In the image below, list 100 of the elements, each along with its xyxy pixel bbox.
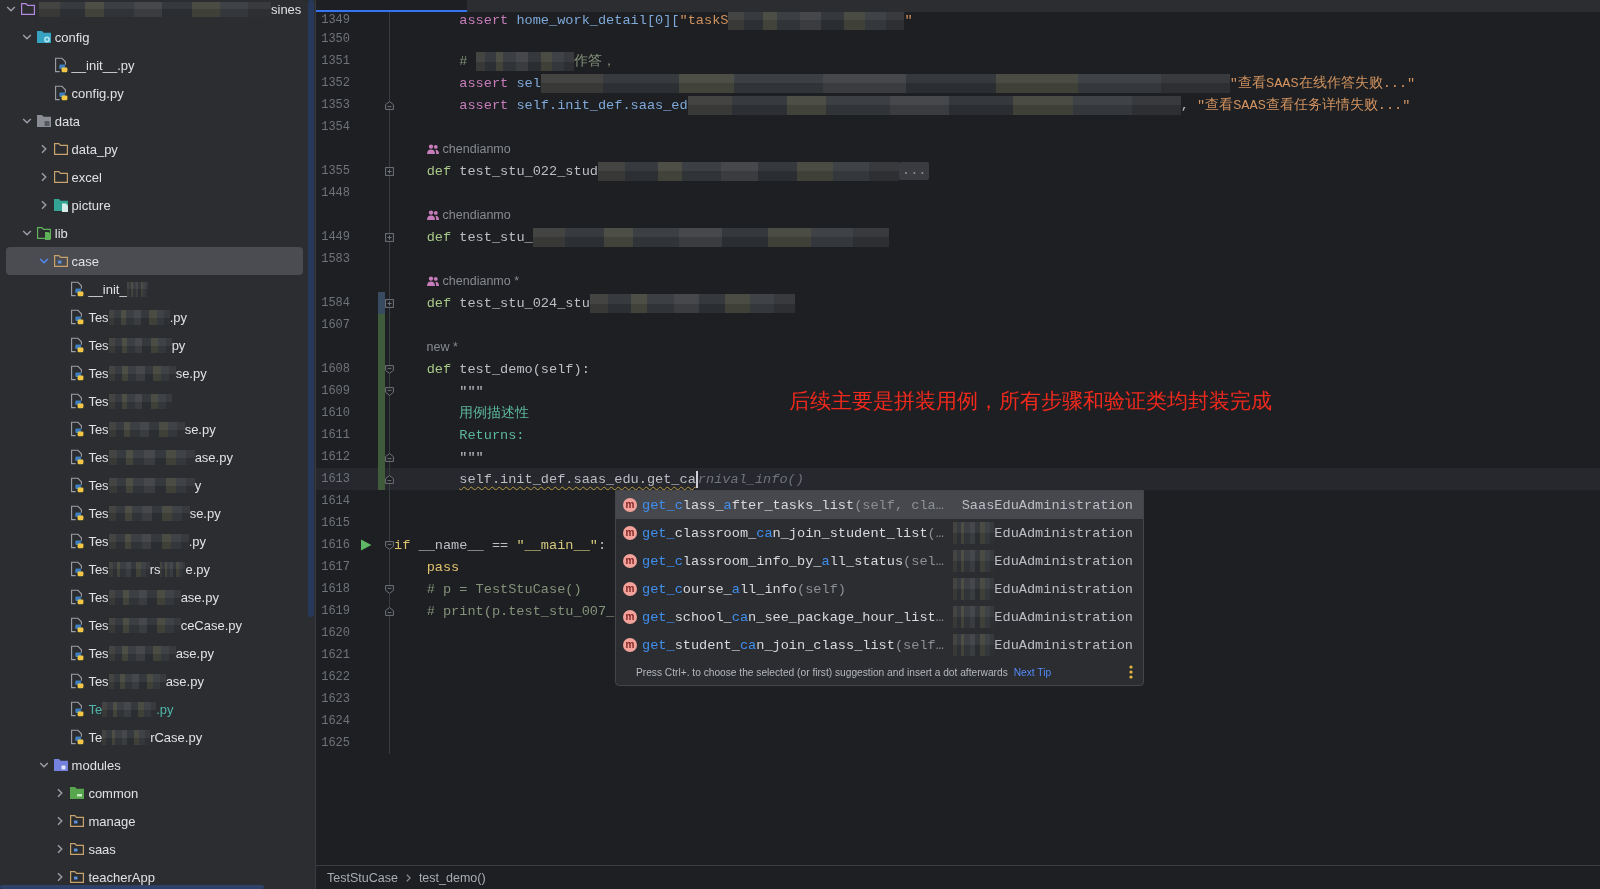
- fold-icon[interactable]: [385, 452, 394, 462]
- change-marker[interactable]: [378, 292, 385, 314]
- chevron-down-icon[interactable]: [38, 256, 49, 266]
- tree-item[interactable]: Te rCase.py: [6, 723, 303, 751]
- more-icon[interactable]: [1129, 665, 1133, 679]
- tree-item[interactable]: Te .py: [6, 695, 303, 723]
- completion-item[interactable]: m get_classroom_info_by_all_status(sel… EduAdministration: [616, 547, 1143, 575]
- method-name: get_classroom_can_join_student_list(…: [642, 525, 944, 541]
- tree-item[interactable]: common: [6, 779, 303, 807]
- method-name: get_classroom_info_by_all_status(sel…: [642, 553, 944, 569]
- tree-item[interactable]: config: [6, 23, 303, 51]
- folded-code-placeholder[interactable]: ...: [898, 162, 930, 180]
- tree-item[interactable]: Tes ase.py: [6, 639, 303, 667]
- tree-item[interactable]: Tes se.py: [6, 359, 303, 387]
- fold-icon[interactable]: [385, 474, 394, 484]
- class-name: EduAdministration: [994, 525, 1133, 541]
- tree-item[interactable]: __init_: [6, 275, 303, 303]
- code-text: pass: [426, 559, 460, 575]
- completion-item[interactable]: m get_course_all_info(self) EduAdministration: [616, 575, 1143, 603]
- chevron-down-icon[interactable]: [21, 228, 32, 238]
- pixelated-block: [126, 281, 148, 297]
- pixelated-block: [108, 365, 176, 381]
- tree-item[interactable]: Tes se.py: [6, 499, 303, 527]
- python-file-icon: [69, 729, 86, 745]
- line-number: 1614: [320, 494, 350, 508]
- tree-item[interactable]: saas: [6, 835, 303, 863]
- run-icon[interactable]: [360, 539, 372, 551]
- fold-icon[interactable]: [385, 584, 394, 594]
- class-name: EduAdministration: [994, 553, 1133, 569]
- code-text: #: [459, 53, 468, 69]
- line-number: 1611: [320, 428, 350, 442]
- expand-icon[interactable]: [385, 166, 394, 176]
- chevron-down-icon[interactable]: [6, 4, 16, 14]
- breadcrumb[interactable]: test_demo(): [418, 870, 486, 885]
- line-number: 1617: [320, 560, 350, 574]
- tree-item[interactable]: Tes .py: [6, 527, 303, 555]
- fold-icon[interactable]: [385, 386, 394, 396]
- inlay-hint: chendianmo: [442, 142, 511, 156]
- completion-item[interactable]: m get_school_can_see_package_hour_list… EduAdministration: [616, 603, 1143, 631]
- chevron-down-icon[interactable]: [38, 760, 49, 770]
- tree-item[interactable]: case: [6, 247, 303, 275]
- tree-item[interactable]: excel: [6, 163, 303, 191]
- tree-item[interactable]: manage: [6, 807, 303, 835]
- folder-document-icon: [52, 197, 69, 213]
- tip-text: Press Ctrl+. to choose the selected (or first) suggestion and insert a dot afterwards: [636, 666, 1008, 678]
- tree-item[interactable]: modules: [6, 751, 303, 779]
- line-number: 1352: [320, 76, 350, 90]
- method-symbol: m: [623, 526, 637, 540]
- tree-item[interactable]: Tes .py: [6, 303, 303, 331]
- python-file-icon: [69, 365, 86, 381]
- line-number: 1354: [320, 120, 350, 134]
- code-text: def test_stu_024_stu: [426, 295, 590, 311]
- python-file-icon: [69, 449, 86, 465]
- expand-icon[interactable]: [385, 232, 394, 242]
- method-name: get_class_after_tasks_list(self, cla…: [642, 497, 944, 513]
- change-marker[interactable]: [378, 468, 385, 490]
- tree-item[interactable]: Tes y: [6, 471, 303, 499]
- code-text: # p = TestStuCase(): [426, 581, 582, 597]
- tree-item[interactable]: Tes: [6, 387, 303, 415]
- tree-item[interactable]: Tes rs e.py: [6, 555, 303, 583]
- fold-icon[interactable]: [385, 364, 394, 374]
- tree-item[interactable]: Tes py: [6, 331, 303, 359]
- line-number: 1619: [320, 604, 350, 618]
- tree-item[interactable]: lib: [6, 219, 303, 247]
- class-name: EduAdministration: [994, 581, 1133, 597]
- change-marker[interactable]: [378, 314, 385, 336]
- code-text: "查看SAAS在线作答失败...": [1229, 74, 1416, 92]
- breadcrumb[interactable]: TestStuCase: [327, 870, 398, 885]
- python-file-icon: [69, 281, 86, 297]
- fold-icon[interactable]: [385, 100, 394, 110]
- python-file-icon: [69, 701, 86, 717]
- method-name: get_course_all_info(self): [642, 581, 846, 597]
- completion-item[interactable]: m get_student_can_join_class_list(self… EduAdministration: [616, 631, 1143, 659]
- code-text: assert sel: [459, 75, 541, 91]
- python-file-icon: [52, 85, 69, 101]
- fold-icon[interactable]: [385, 606, 394, 616]
- completion-item[interactable]: m get_classroom_can_join_student_list(… EduAdministration: [616, 519, 1143, 547]
- tree-item[interactable]: data_py: [6, 135, 303, 163]
- tree-item[interactable]: Tes ceCase.py: [6, 611, 303, 639]
- tree-item[interactable]: Tes ase.py: [6, 443, 303, 471]
- chevron-down-icon[interactable]: [21, 116, 32, 126]
- python-file-icon: [52, 57, 69, 73]
- tree-item[interactable]: teacherApp: [6, 863, 303, 889]
- chevron-down-icon[interactable]: [21, 32, 32, 42]
- line-number: 1622: [320, 670, 350, 684]
- tree-item[interactable]: picture: [6, 191, 303, 219]
- tree-item[interactable]: __init__.py: [6, 51, 303, 79]
- scrollbar-thumb[interactable]: [308, 0, 314, 617]
- tree-item[interactable]: Tes ase.py: [6, 583, 303, 611]
- fold-icon[interactable]: [385, 540, 394, 550]
- tree-item[interactable]: sines: [6, 0, 303, 23]
- tree-item[interactable]: data: [6, 107, 303, 135]
- code-text: def test_demo(self):: [426, 361, 590, 377]
- next-tip-link[interactable]: Next Tip: [1013, 666, 1052, 678]
- tree-item[interactable]: Tes ase.py: [6, 667, 303, 695]
- scrollbar-thumb[interactable]: [0, 885, 264, 889]
- tree-item[interactable]: config.py: [6, 79, 303, 107]
- expand-icon[interactable]: [385, 298, 394, 308]
- completion-item[interactable]: m get_class_after_tasks_list(self, cla… SaasEduAdministration: [616, 491, 1143, 519]
- tree-item[interactable]: Tes se.py: [6, 415, 303, 443]
